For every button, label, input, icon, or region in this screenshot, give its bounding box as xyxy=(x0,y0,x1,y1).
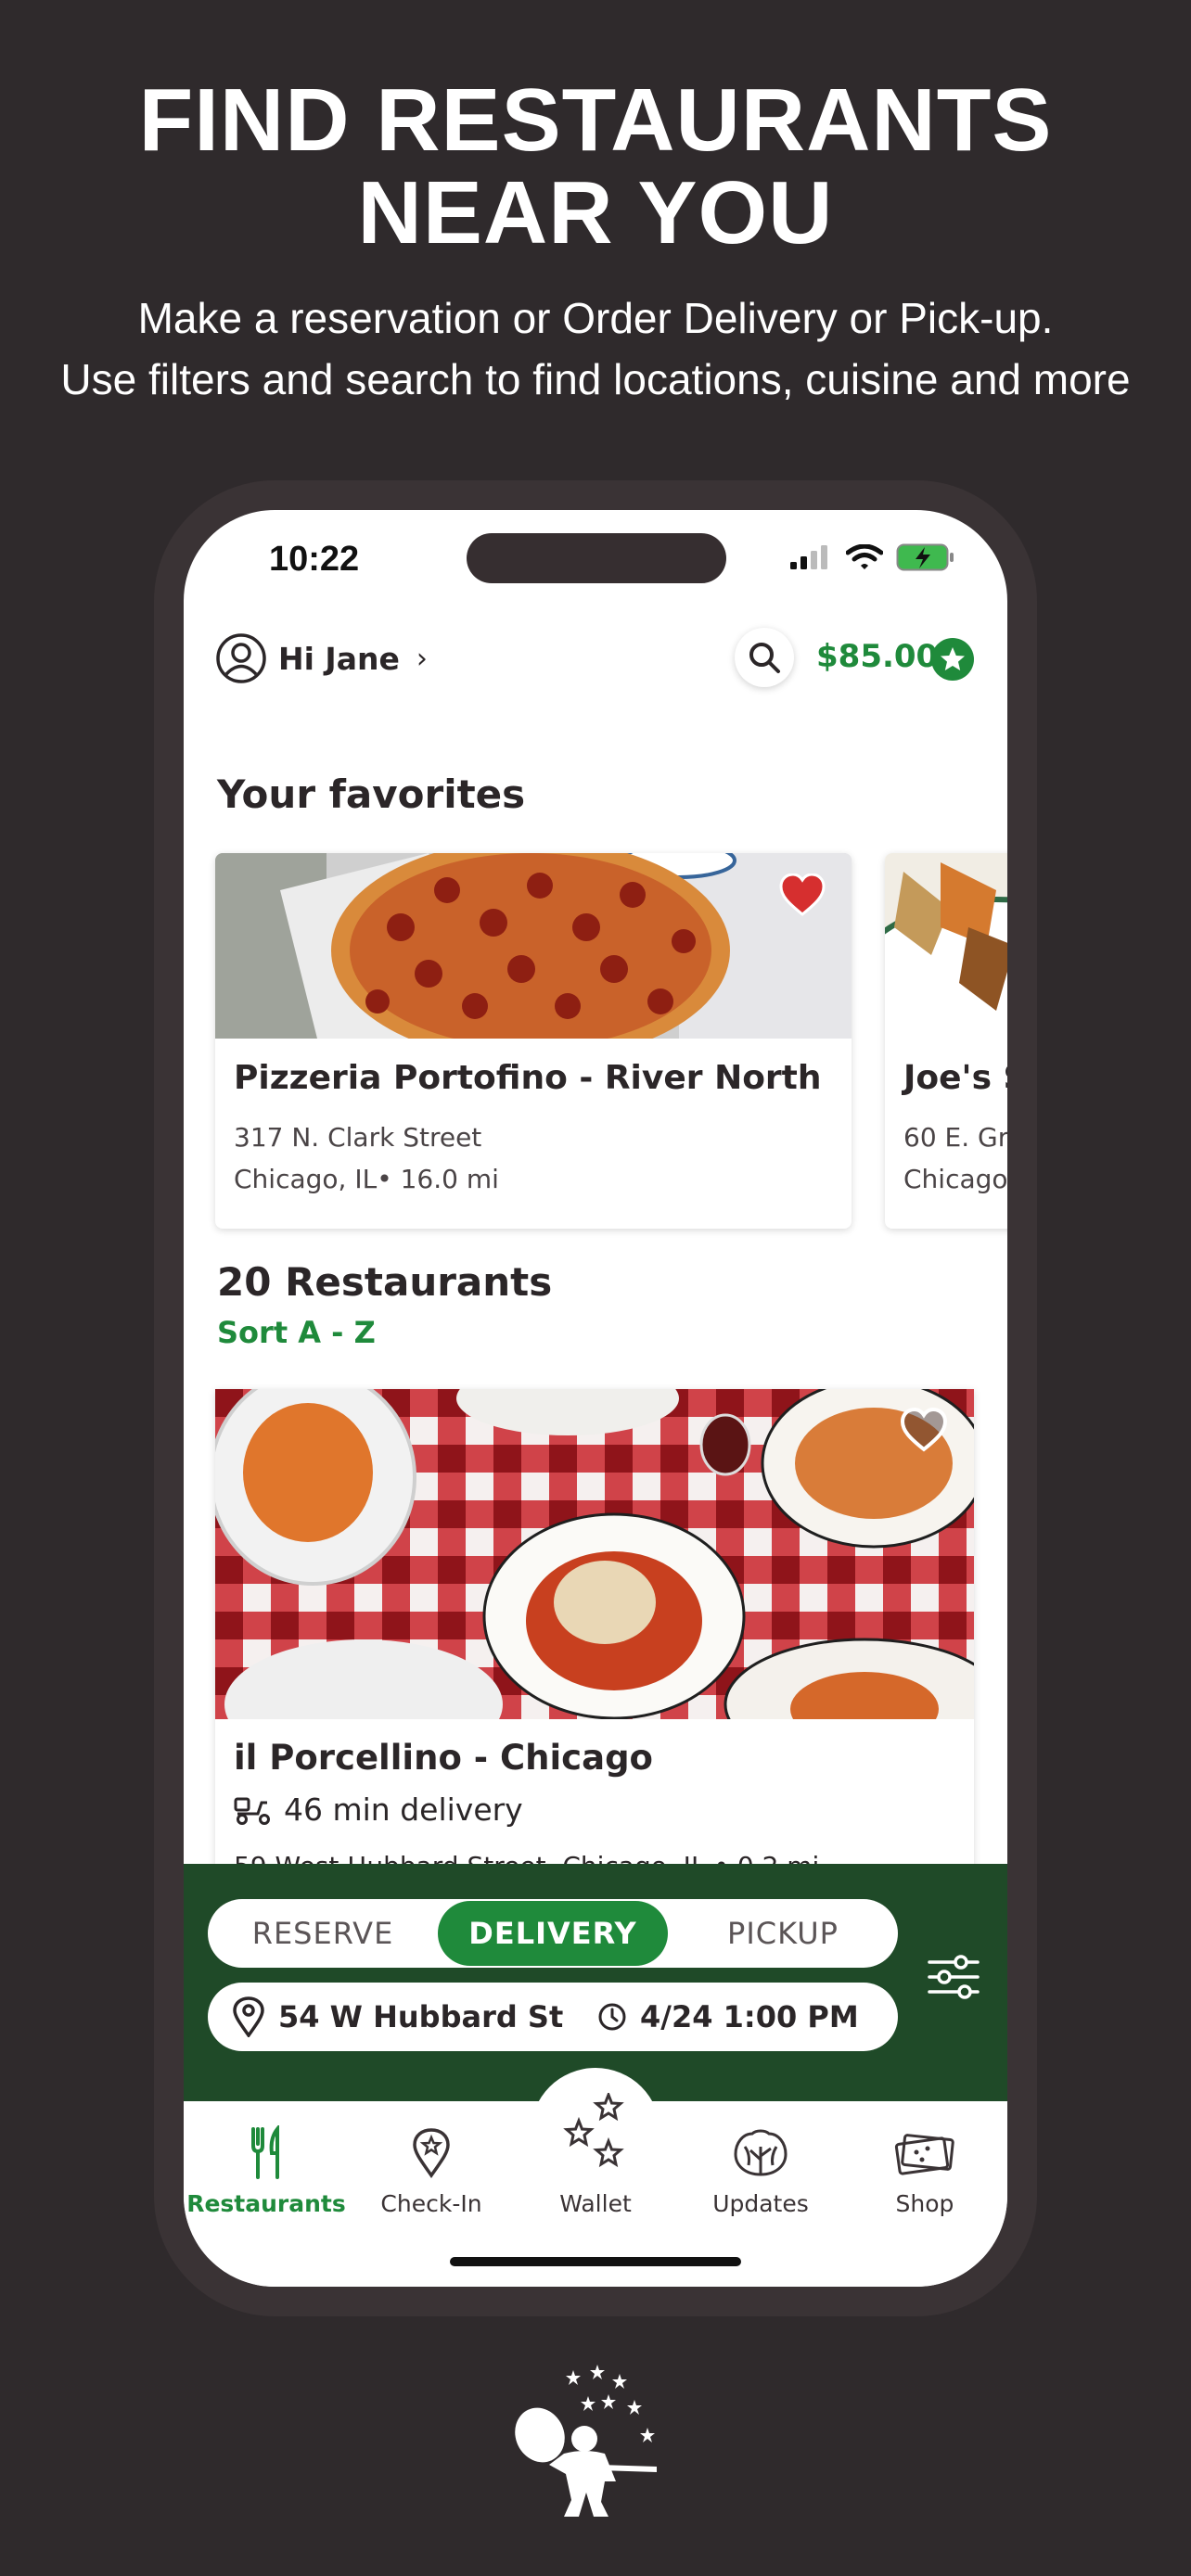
promo-title-line1: FIND RESTAURANTS xyxy=(138,70,1053,170)
tab-label: Shop xyxy=(895,2190,954,2217)
stars-icon xyxy=(563,2093,624,2168)
pizza-photo xyxy=(215,853,852,1039)
tab-label: Wallet xyxy=(559,2190,632,2217)
favorite-card[interactable]: Joe's S 60 E. Gra Chicago, xyxy=(885,853,1007,1229)
tab-label: Check-In xyxy=(380,2190,482,2217)
search-icon xyxy=(749,643,780,673)
fork-knife-icon xyxy=(251,2125,279,2179)
tab-updates[interactable]: Updates xyxy=(678,2123,843,2217)
order-mode-panel: RESERVE DELIVERY PICKUP 54 W Hubbard St … xyxy=(184,1864,1007,2101)
greeting-label: Hi Jane xyxy=(278,640,400,677)
delivery-time: 46 min delivery xyxy=(234,1792,523,1828)
location-pin-icon xyxy=(233,1996,264,2037)
tab-label: Restaurants xyxy=(186,2190,346,2217)
restaurant-card[interactable]: il Porcellino - Chicago 46 min delivery … xyxy=(215,1389,974,1908)
clock-icon xyxy=(598,2003,626,2031)
tab-restaurants[interactable]: Restaurants xyxy=(184,2123,349,2217)
datetime-label: 4/24 1:00 PM xyxy=(640,1999,859,2034)
promo-title-line2: NEAR YOU xyxy=(357,163,834,262)
restaurant-name: il Porcellino - Chicago xyxy=(234,1738,653,1778)
heart-outline-icon[interactable] xyxy=(900,1408,948,1452)
lettuce-icon xyxy=(734,2129,788,2176)
status-time: 10:22 xyxy=(269,540,360,579)
gift-card-icon xyxy=(894,2134,954,2175)
signal-icon xyxy=(790,545,827,569)
address-label: 54 W Hubbard St xyxy=(278,1999,564,2034)
reserve-tab[interactable]: RESERVE xyxy=(208,1899,438,1968)
restaurant-count: 20 Restaurants xyxy=(217,1259,553,1305)
pickup-tab[interactable]: PICKUP xyxy=(668,1899,898,1968)
waiter-logo-icon xyxy=(515,2365,657,2517)
filter-sliders-icon[interactable] xyxy=(926,1949,981,2005)
scooter-icon xyxy=(234,1797,270,1825)
delivery-tab[interactable]: DELIVERY xyxy=(438,1899,668,1968)
datetime-selector[interactable]: 4/24 1:00 PM xyxy=(597,1983,859,2051)
tab-check-in[interactable]: Check-In xyxy=(349,2123,514,2217)
chevron-right-icon: › xyxy=(416,642,428,675)
app-screen: 10:22 Hi Jane › $85.00 Your favorites Pi… xyxy=(184,510,1007,2287)
favorite-address: 317 N. Clark Street xyxy=(234,1122,482,1153)
restaurant-photo xyxy=(215,1389,974,1719)
wifi-icon xyxy=(846,544,883,569)
favorite-card[interactable]: Pizzeria Portofino - River North 317 N. … xyxy=(215,853,852,1229)
home-indicator xyxy=(450,2257,741,2266)
heart-filled-icon[interactable] xyxy=(779,874,826,916)
food-photo xyxy=(885,853,1007,1039)
promo-subtitle-line1: Make a reservation or Order Delivery or … xyxy=(137,294,1054,342)
sort-button[interactable]: Sort A - Z xyxy=(217,1315,376,1350)
dynamic-island xyxy=(467,533,726,583)
rewards-balance[interactable]: $85.00 xyxy=(816,638,938,675)
user-icon xyxy=(216,633,266,683)
tab-label: Updates xyxy=(712,2190,809,2217)
status-icons xyxy=(790,543,955,571)
favorite-name: Pizzeria Portofino - River North xyxy=(234,1059,822,1097)
search-button[interactable] xyxy=(735,628,794,687)
battery-icon xyxy=(896,543,954,571)
tab-wallet[interactable]: Wallet xyxy=(513,2088,678,2217)
favorite-name: Joe's S xyxy=(903,1059,1007,1097)
order-mode-toggle: RESERVE DELIVERY PICKUP xyxy=(208,1899,898,1968)
favorite-city-distance: Chicago, xyxy=(903,1164,1007,1194)
address-selector[interactable]: 54 W Hubbard St xyxy=(232,1983,563,2051)
account-button[interactable]: Hi Jane › xyxy=(215,632,428,684)
location-time-bar[interactable]: 54 W Hubbard St 4/24 1:00 PM xyxy=(208,1983,898,2051)
promo-title: FIND RESTAURANTS NEAR YOU xyxy=(0,74,1191,260)
favorite-city-distance: Chicago, IL• 16.0 mi xyxy=(234,1164,499,1194)
star-badge-icon[interactable] xyxy=(931,638,974,681)
location-pin-icon xyxy=(413,2128,450,2178)
star-icon xyxy=(941,647,965,670)
promo-subtitle-line2: Use filters and search to find locations… xyxy=(60,355,1131,403)
delivery-time-label: 46 min delivery xyxy=(284,1792,523,1828)
favorite-address: 60 E. Gra xyxy=(903,1122,1007,1153)
promo-subtitle: Make a reservation or Order Delivery or … xyxy=(0,287,1191,410)
favorites-title: Your favorites xyxy=(217,772,526,817)
tab-shop[interactable]: Shop xyxy=(842,2123,1007,2217)
